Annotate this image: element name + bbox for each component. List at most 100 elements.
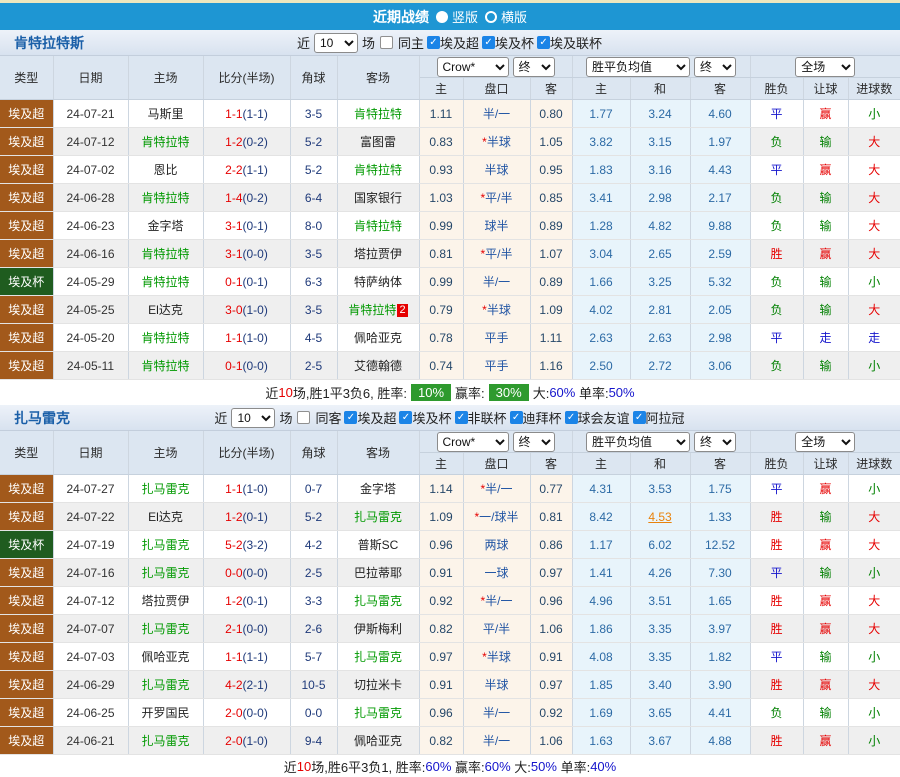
asia-home-odds: 0.82	[419, 614, 464, 643]
league-checkbox[interactable]: ✓	[482, 36, 496, 49]
fulltime-score: 0-1	[225, 358, 243, 373]
league-label: 非联杯	[467, 411, 507, 426]
score-cell: 0-1(0-1)	[203, 267, 291, 296]
halftime-score: (2-1)	[242, 677, 268, 692]
league-checkbox[interactable]: ✓	[564, 411, 578, 424]
euro-home-odds: 2.63	[572, 323, 631, 352]
corners-cell: 2-5	[290, 558, 338, 587]
corners-cell: 4-2	[290, 530, 338, 559]
summary-text: 60%	[549, 385, 576, 400]
home-team: 扎马雷克	[128, 530, 204, 559]
results-table: 类型 日期 主场 比分(半场) 角球 客场 Crow* 终胜平负均值终全场主盘口客主和客胜负让…	[0, 56, 900, 380]
league-type-cell: 埃及超	[0, 239, 54, 268]
layout-radio-horizontal[interactable]: 横版	[485, 7, 527, 26]
result-handicap: 输	[803, 558, 849, 587]
same-venue-checkbox[interactable]	[379, 36, 393, 49]
fulltime-score: 1-4	[225, 190, 243, 205]
euro-away-odds: 2.98	[690, 323, 751, 352]
home-team: 扎马雷克	[128, 474, 204, 503]
league-checkbox[interactable]: ✓	[344, 411, 358, 424]
result-wdl: 负	[750, 211, 804, 240]
fulltime-score: 2-1	[225, 621, 243, 636]
asia-handicap: 一球	[463, 558, 531, 587]
home-team: 佩哈亚克	[128, 642, 204, 671]
home-team: 扎马雷克	[128, 558, 204, 587]
halftime-score: (3-2)	[242, 537, 268, 552]
summary-text: 近	[283, 759, 297, 775]
asia-state-select[interactable]: 终	[512, 431, 555, 452]
match-count-select[interactable]: 10	[231, 407, 276, 428]
result-goals: 小	[848, 698, 900, 727]
league-checkbox[interactable]: ✓	[399, 411, 413, 424]
team-label: 肯特拉特	[141, 191, 190, 205]
result-handicap: 赢	[803, 586, 849, 615]
result-goals: 大	[848, 127, 900, 156]
team-label: 扎马雷克	[141, 734, 190, 748]
euro-away-odds: 2.17	[690, 183, 751, 212]
away-team: 扎马雷克	[337, 642, 420, 671]
league-checkbox[interactable]: ✓	[509, 411, 523, 424]
asia-handicap: 半球	[463, 155, 531, 184]
asia-handicap: *半/一	[463, 586, 531, 615]
league-checkbox[interactable]: ✓	[427, 36, 440, 49]
score-cell: 0-1(0-0)	[203, 351, 291, 380]
result-goals: 小	[848, 351, 900, 380]
filter-bar: 近 10 场同客 ✓ 埃及超 ✓ 埃及杯 ✓ 非联杯 ✓ 迪拜杯 ✓ 球会友谊 ✓ 阿拉冠	[212, 407, 687, 428]
league-type-cell: 埃及杯	[0, 267, 54, 296]
asia-state-select[interactable]: 终	[512, 56, 555, 77]
column-header-type: 类型	[0, 431, 54, 475]
fulltime-score: 3-1	[225, 218, 243, 233]
summary-text: 赢率:	[451, 759, 485, 775]
match-date: 24-05-29	[53, 267, 129, 296]
handicap-label: 一/球半	[479, 510, 519, 524]
result-goals: 小	[848, 99, 900, 128]
scope-select[interactable]: 全场	[795, 56, 856, 77]
asia-away-odds: 0.97	[530, 670, 573, 699]
fulltime-score: 1-1	[225, 649, 243, 664]
team-label: 肯特拉特	[353, 219, 402, 233]
asia-away-odds: 0.89	[530, 267, 573, 296]
match-count-select[interactable]: 10	[313, 32, 358, 53]
same-venue-checkbox[interactable]	[297, 411, 311, 424]
league-label: 埃及杯	[412, 411, 452, 426]
league-checkbox[interactable]: ✓	[537, 36, 551, 49]
result-handicap: 输	[803, 351, 849, 380]
result-goals: 大	[848, 295, 900, 324]
europe-avg-select[interactable]: 胜平负均值	[586, 431, 691, 452]
match-row: 埃及超 24-06-25 开罗国民 2-0(0-0) 0-0 扎马雷克 0.96 半/一 0.9…	[0, 698, 900, 727]
asia-away-odds: 0.81	[530, 502, 573, 531]
fulltime-score: 1-2	[225, 593, 243, 608]
team-label: 肯特拉特	[141, 359, 190, 373]
result-handicap: 赢	[803, 726, 849, 755]
bookmaker-select[interactable]: Crow*	[436, 56, 509, 77]
near-label: 近	[296, 36, 310, 51]
corners-cell: 6-3	[290, 267, 338, 296]
fulltime-score: 2-0	[225, 705, 243, 720]
asia-home-odds: 0.91	[419, 558, 464, 587]
score-cell: 2-1(0-0)	[203, 614, 291, 643]
europe-avg-select[interactable]: 胜平负均值	[586, 56, 691, 77]
euro-home-odds: 3.82	[572, 127, 631, 156]
result-handicap: 赢	[803, 670, 849, 699]
layout-radio-vertical[interactable]: 竖版	[435, 7, 478, 26]
halftime-score: (0-1)	[242, 218, 268, 233]
euro-home-odds: 1.63	[572, 726, 631, 755]
match-row: 埃及超 24-07-07 扎马雷克 2-1(0-0) 2-6 伊斯梅利 0.82 平/半 1.0…	[0, 614, 900, 643]
league-checkbox[interactable]: ✓	[632, 411, 646, 424]
europe-state-select[interactable]: 终	[694, 431, 737, 452]
team-label: 普斯SC	[357, 538, 399, 552]
bookmaker-select[interactable]: Crow*	[436, 431, 509, 452]
highlighted-odds-link[interactable]: 4.53	[648, 510, 671, 524]
asia-handicap: *一/球半	[463, 502, 531, 531]
match-row: 埃及超 24-06-21 扎马雷克 2-0(1-0) 9-4 佩哈亚克 0.82 半/一 1.0…	[0, 726, 900, 755]
match-date: 24-07-12	[53, 586, 129, 615]
column-header-date: 日期	[53, 56, 129, 100]
fulltime-score: 5-2	[225, 537, 243, 552]
europe-state-select[interactable]: 终	[694, 56, 737, 77]
league-checkbox[interactable]: ✓	[454, 411, 468, 424]
away-team: 艾德翰德	[337, 351, 420, 380]
halftime-score: (0-1)	[242, 509, 268, 524]
match-row: 埃及超 24-07-16 扎马雷克 0-0(0-0) 2-5 巴拉蒂耶 0.91 一球 0.97…	[0, 558, 900, 587]
scope-select[interactable]: 全场	[795, 431, 856, 452]
away-team: 塔拉贾伊	[337, 239, 420, 268]
